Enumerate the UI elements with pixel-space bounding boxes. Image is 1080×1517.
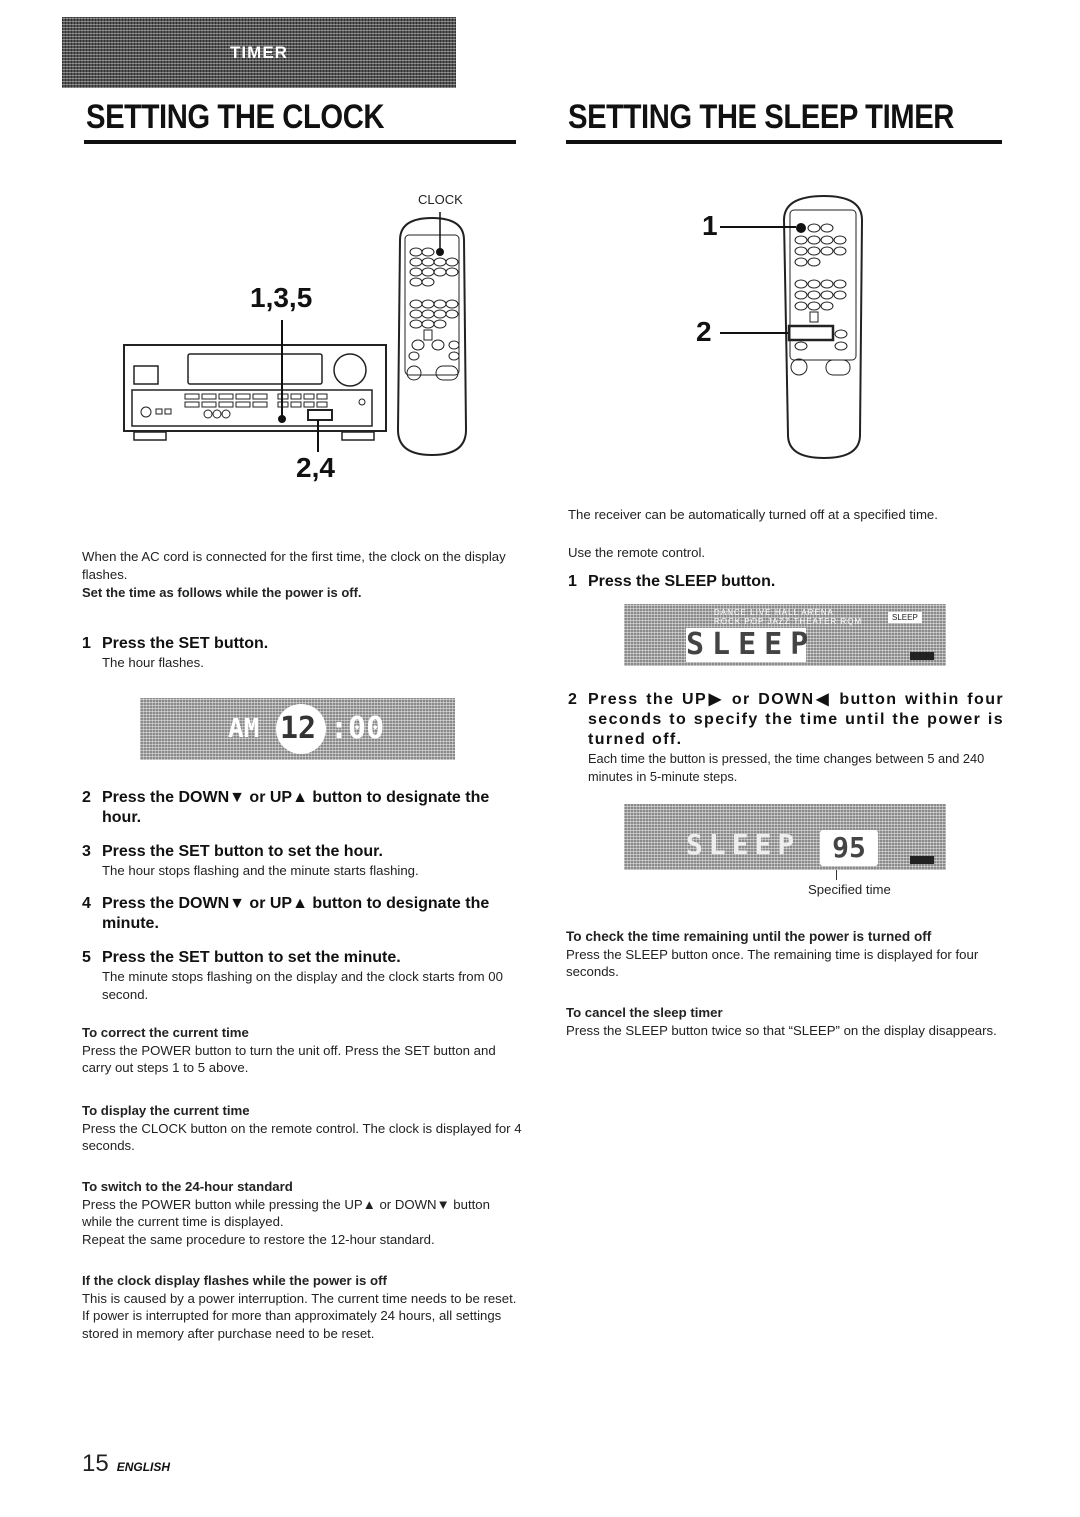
page-footer: 15 ENGLISH [82,1450,170,1478]
step-title: Press the UP▶ or DOWN◀ button within fou… [588,691,1004,748]
sleep-step-2: 2 Press the UP▶ or DOWN◀ button within fo… [568,691,1004,784]
callout-2-4: 2,4 [296,452,335,483]
clock-step-3: 3 Press the SET button to set the hour. T… [82,842,522,880]
note-correct-time: To correct the current time Press the PO… [82,1025,496,1075]
sleep-text-box: SLEEP [686,627,817,662]
step-title: Press the SET button to set the hour. [102,843,383,860]
clock-button-label: CLOCK [418,192,463,207]
sleep-title-rule [566,140,1002,144]
sleep-step-1: 1 Press the SLEEP button. [568,573,776,590]
step-desc: The minute stops flashing on the display… [102,969,503,1002]
step-desc: The hour stops flashing and the minute s… [102,863,419,878]
status-chip [910,856,934,864]
sleep-figure: 1 2 [690,180,890,470]
clock-intro: When the AC cord is connected for the fi… [82,549,506,582]
note-clock-flashes: If the clock display flashes while the p… [82,1273,517,1341]
step-title: Press the DOWN▼ or UP▲ button to designa… [102,789,490,826]
clock-step-2: 2 Press the DOWN▼ or UP▲ button to design… [82,788,522,828]
language-label: ENGLISH [116,1460,171,1474]
remote-illustration-sleep [720,194,864,460]
note-cancel-sleep: To cancel the sleep timer Press the SLEE… [566,1005,997,1038]
clock-step-4: 4 Press the DOWN▼ or UP▲ button to design… [82,894,522,934]
clock-figure: CLOCK 1,3,5 2,4 [110,180,490,500]
status-chip [910,652,934,660]
sleep-display-1: DANCE LIVE HALL ARENA ROCK POP JAZZ THEA… [624,604,946,666]
step-desc: The hour flashes. [102,655,204,670]
remote-illustration [396,216,468,457]
callout-1-3-5: 1,3,5 [250,282,313,313]
banner-label: TIMER [230,42,288,62]
display-hour: 12 [280,711,317,746]
step-desc: Each time the button is pressed, the tim… [588,751,985,784]
note-24-hour: To switch to the 24-hour standard Press … [82,1179,490,1247]
clock-display: AM 12 :00 [140,698,455,760]
note-display-time: To display the current time Press the CL… [82,1103,522,1153]
specified-time-caption: Specified time [808,882,891,897]
sleep-text: SLEEP [686,828,801,861]
sleep-use-remote: Use the remote control. [568,545,706,560]
callout-1: 1 [702,210,718,241]
clock-step-5: 5 Press the SET button to set the minute.… [82,948,522,1003]
time-box: 95 [820,830,878,866]
sleep-display-2: SLEEP 95 [624,804,946,870]
sleep-intro: The receiver can be automatically turned… [568,507,938,522]
caption-leader [836,870,837,880]
clock-step-1: 1 Press the SET button. The hour flashes. [82,634,522,672]
sleep-time-value: 95 [832,831,866,864]
page-number: 15 [82,1450,109,1477]
step-title: Press the SLEEP button. [588,573,776,590]
note-check-remaining: To check the time remaining until the po… [566,929,979,979]
display-minute: :00 [330,711,385,746]
clock-intro-bold: Set the time as follows while the power … [82,585,362,600]
clock-title-rule [84,140,516,144]
receiver-illustration [123,344,387,441]
sleep-indicator: SLEEP [888,612,922,623]
sleep-button-marker [796,223,806,233]
section-banner: TIMER [62,17,456,88]
set-button-marker [278,415,286,423]
clock-title: SETTING THE CLOCK [86,98,385,136]
step-title: Press the SET button to set the minute. [102,949,401,966]
mode-labels: DANCE LIVE HALL ARENA ROCK POP JAZZ THEA… [714,608,863,626]
display-am: AM [228,714,260,744]
callout-2: 2 [696,316,712,347]
step-title: Press the SET button. [102,635,269,652]
sleep-title: SETTING THE SLEEP TIMER [568,98,954,136]
step-title: Press the DOWN▼ or UP▲ button to designa… [102,895,490,932]
